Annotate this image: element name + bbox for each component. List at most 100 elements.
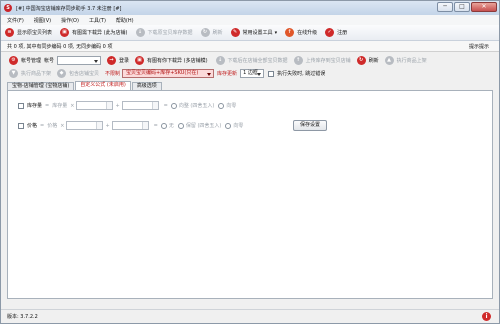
price-none-radio[interactable]: [160, 122, 167, 129]
stock-multiplier-input[interactable]: [76, 101, 114, 110]
tab-advanced[interactable]: 高级选项: [131, 82, 162, 90]
price-times-sign: ×: [60, 122, 65, 129]
price-formula-checkbox[interactable]: [18, 122, 24, 129]
online-upgrade-button[interactable]: ↑ 在线升级: [285, 28, 317, 37]
stock-formula-label: 库存量: [27, 103, 43, 109]
stock-times-sign: ×: [70, 102, 75, 109]
window-controls: ─ □ ✕: [437, 2, 497, 12]
refresh-button[interactable]: ↻ 刷新: [200, 28, 223, 37]
price-plus-sign: +: [105, 122, 110, 129]
menu-file[interactable]: 文件(F): [7, 17, 24, 24]
tab-custom-formula[interactable]: 自定义公式 (未启用): [75, 81, 131, 90]
custom-formula-panel: 库存量 = 库存量 × + = 向整 (四舍五入) 向零 价格 = 价格 × +…: [7, 90, 493, 299]
account-label: 帐号: [44, 57, 55, 64]
settings-tools-label: 常用设置工具: [242, 30, 273, 36]
shop-image-icon: ▣: [135, 55, 145, 65]
frame-count-select[interactable]: 1 边框: [240, 69, 265, 78]
execute-delist-button[interactable]: 执行商品下架: [21, 70, 51, 77]
close-button[interactable]: ✕: [471, 2, 497, 12]
register-icon: ✓: [325, 28, 335, 37]
version-text: 版本: 3.7.2.2: [7, 314, 38, 320]
view-download-label: 有图需下载异 (此为店铺): [72, 30, 128, 36]
price-none-label: 无: [168, 123, 174, 129]
view-download-button[interactable]: ▣ 有图需下载异 (此为店铺): [60, 28, 128, 37]
title-bar: S [#] 中国淘宝店铺库存同步助手 3.7 未注册 [#] ─ □ ✕: [1, 1, 499, 15]
menu-help[interactable]: 帮助(H): [116, 17, 134, 24]
summary-right-text: 提示提示: [468, 43, 489, 50]
operation-row: ▼ 执行商品下架 ◆ 包含店铺宝贝 不限制 宝贝宝贝编码+库存+SKU(只在) …: [1, 67, 499, 80]
stock-plus-sign: +: [115, 102, 120, 109]
price-zero-radio[interactable]: [225, 122, 232, 129]
maximize-button[interactable]: □: [454, 2, 470, 12]
download-stock-button[interactable]: ↓ 下载原宝贝库存数据: [135, 28, 193, 37]
tab-strip: 宝物-店铺管理 (宝物店铺) 自定义公式 (未启用) 高级选项: [7, 81, 163, 90]
list-icon: ≡: [5, 28, 14, 37]
stock-zero-radio[interactable]: [218, 102, 225, 109]
main-toolbar: ≡ 显示原宝贝列表 ▣ 有图需下载异 (此为店铺) ↓ 下载原宝贝库存数据 ↻ …: [1, 25, 499, 41]
refresh-label: 刷新: [212, 30, 223, 36]
save-settings-button[interactable]: 保存设置: [293, 120, 327, 131]
view-download-multi-button[interactable]: 有图有你下载异 (多店铺模): [147, 57, 208, 64]
price-multiplier-input[interactable]: [66, 121, 104, 130]
price-formula-label: 价格: [27, 123, 38, 129]
download-all-button[interactable]: 下载后在店铺全部宝贝数据: [228, 57, 288, 64]
price-equals-sign: =: [153, 122, 158, 129]
stock-operand-label: 库存量: [52, 103, 68, 109]
shop-filter-icon: ◆: [57, 69, 67, 78]
minimize-button[interactable]: ─: [437, 2, 453, 12]
summary-bar: 共 0 项, 其中有同步编码 0 项, 无同步编码 0 项 提示提示: [1, 41, 499, 52]
menu-bar: 文件(F) 视图(V) 操作(O) 工具(T) 帮助(H): [1, 15, 499, 25]
account-manage-button[interactable]: 帐号管理: [21, 57, 41, 64]
upload-stock-button[interactable]: 上传库存到宝贝店铺: [306, 57, 351, 64]
menu-tools[interactable]: 工具(T): [89, 17, 106, 24]
stock-eq-sign: =: [45, 102, 50, 109]
chevron-down-icon: ▾: [274, 29, 278, 36]
image-icon: ▣: [60, 28, 70, 37]
account-manage-icon: ⚙: [9, 55, 18, 65]
stock-round-label: 向整 (四舍五入): [178, 103, 215, 109]
menu-view[interactable]: 视图(V): [34, 17, 51, 24]
shop-filter-button[interactable]: 包含店铺宝贝: [69, 70, 99, 77]
login-button[interactable]: 登录: [119, 57, 129, 64]
download-icon: ↓: [135, 28, 145, 37]
window-title: [#] 中国淘宝店铺库存同步助手 3.7 未注册 [#]: [16, 5, 122, 12]
sync-mode-select[interactable]: 宝贝宝贝编码+库存+SKU(只在): [122, 69, 215, 78]
stock-update-label: 库存更新: [217, 71, 238, 77]
online-upgrade-label: 在线升级: [297, 30, 318, 36]
price-addend-input[interactable]: [111, 121, 149, 130]
stock-equals-sign: =: [163, 102, 168, 109]
tab-shop-manage[interactable]: 宝物-店铺管理 (宝物店铺): [7, 82, 75, 90]
status-bar: 版本: 3.7.2.2 i: [1, 309, 499, 323]
refresh-icon: ↻: [200, 28, 210, 37]
price-zero-label: 向零: [233, 123, 244, 129]
summary-text: 共 0 项, 其中有同步编码 0 项, 无同步编码 0 项: [7, 43, 113, 50]
price-formula-row: 价格 = 价格 × + = 无 保留 (四舍五入) 向零: [18, 121, 243, 130]
execute-listing-button[interactable]: 执行商品上架: [397, 57, 427, 64]
account-select[interactable]: [57, 55, 102, 65]
refresh-account-button[interactable]: 刷新: [369, 57, 379, 64]
delist-icon: ▼: [9, 69, 18, 78]
account-row: ⚙ 帐号管理 帐号 → 登录 ▣ 有图有你下载异 (多店铺模) ↓ 下载后在店铺…: [1, 53, 499, 67]
price-eq-sign: =: [40, 122, 45, 129]
menu-operation[interactable]: 操作(O): [61, 17, 79, 24]
settings-tools-button[interactable]: ✎ 常用设置工具 ▾: [230, 28, 278, 37]
show-items-label: 显示原宝贝列表: [17, 30, 53, 36]
skip-error-checkbox[interactable]: [268, 70, 275, 77]
app-logo-icon: S: [4, 4, 12, 12]
register-label: 注册: [337, 30, 348, 36]
stock-addend-input[interactable]: [121, 101, 159, 110]
download-stock-label: 下载原宝贝库存数据: [147, 30, 193, 36]
price-round-label: 保留 (四舍五入): [185, 123, 222, 129]
price-round-radio[interactable]: [177, 122, 184, 129]
download-all-icon: ↓: [215, 55, 225, 65]
register-button[interactable]: ✓ 注册: [325, 28, 347, 37]
show-items-button[interactable]: ≡ 显示原宝贝列表: [5, 28, 52, 37]
stock-formula-checkbox[interactable]: [18, 102, 24, 109]
refresh-icon-2: ↻: [356, 55, 366, 65]
stock-formula-row: 库存量 = 库存量 × + = 向整 (四舍五入) 向零: [18, 101, 236, 110]
info-icon[interactable]: i: [482, 312, 491, 321]
wrench-icon: ✎: [230, 28, 240, 37]
skip-error-label: 执行失败时, 跳过错误: [277, 71, 326, 77]
upgrade-icon: ↑: [285, 28, 295, 37]
stock-round-radio[interactable]: [170, 102, 177, 109]
